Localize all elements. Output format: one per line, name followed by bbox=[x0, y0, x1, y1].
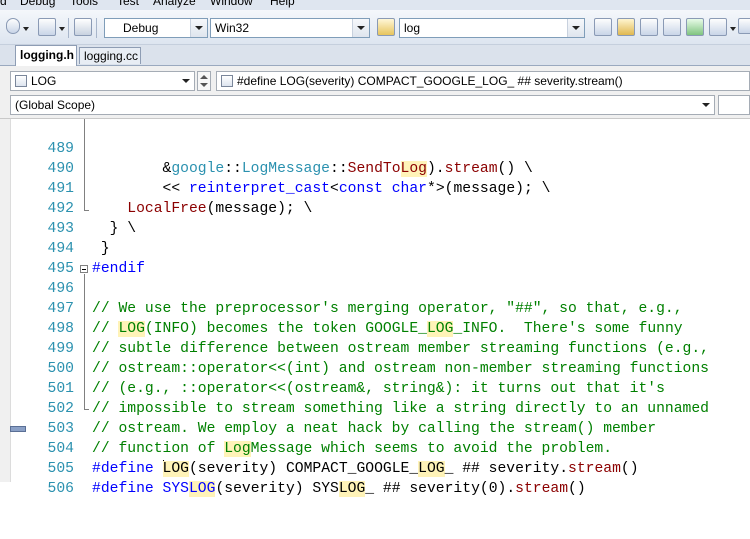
code-editor[interactable]: 489 &google::LogMessage::SendToLog).stre… bbox=[0, 119, 750, 497]
chevron-down-icon[interactable] bbox=[190, 19, 207, 37]
code-line: 498 // subtle difference between ostream… bbox=[0, 299, 750, 357]
symbol-spin-buttons[interactable] bbox=[197, 71, 211, 91]
code-line: 490 << reinterpret_cast<const char*>(mes… bbox=[0, 139, 750, 197]
menu-item-help[interactable]: Help bbox=[270, 0, 295, 8]
platform-value: Win32 bbox=[215, 21, 250, 35]
menu-item-tools[interactable]: Tools bbox=[70, 0, 98, 8]
find-value: log bbox=[404, 21, 421, 35]
configuration-value: Debug bbox=[123, 21, 159, 35]
code-line: 496 // We use the preprocessor's merging… bbox=[0, 259, 750, 317]
solution-platform-select[interactable]: Win32 bbox=[210, 18, 370, 38]
chevron-down-icon[interactable] bbox=[352, 19, 369, 37]
redo-dropdown-icon[interactable] bbox=[23, 27, 29, 31]
toolbar-options-dropdown-icon[interactable] bbox=[730, 27, 736, 31]
definition-value: #define LOG(severity) COMPACT_GOOGLE_LOG… bbox=[237, 74, 623, 88]
code-line: 503 // function of LogMessage which seem… bbox=[0, 399, 750, 457]
code-line: 493 } bbox=[0, 199, 750, 257]
code-line: 505 #define SYSLOG(severity) SYSLOG_ ## … bbox=[0, 439, 750, 497]
symbol-value: LOG bbox=[31, 74, 57, 88]
code-line: 502 // ostream. We employ a neat hack by… bbox=[0, 379, 750, 437]
symbol-select[interactable]: LOG bbox=[10, 71, 195, 91]
menu-bar: d Debug Tools Test Analyze Window Help bbox=[0, 0, 750, 10]
code-line: 499 // ostream::operator<<(int) and ostr… bbox=[0, 319, 750, 377]
menu-item-test[interactable]: Test bbox=[117, 0, 139, 8]
start-debug-icon[interactable] bbox=[74, 18, 92, 36]
braces-icon bbox=[15, 75, 27, 87]
redo-icon[interactable] bbox=[6, 18, 20, 34]
code-line: 495 bbox=[0, 239, 750, 277]
chevron-down-icon[interactable] bbox=[567, 19, 584, 37]
chevron-down-icon[interactable] bbox=[178, 72, 194, 90]
menu-item-analyze[interactable]: Analyze bbox=[153, 0, 196, 8]
scope-value: (Global Scope) bbox=[15, 98, 96, 112]
chevron-down-icon[interactable] bbox=[698, 96, 714, 114]
code-line: 491 LocalFree(message); \ bbox=[0, 159, 750, 217]
definition-select[interactable]: #define LOG(severity) COMPACT_GOOGLE_LOG… bbox=[216, 71, 750, 91]
toolbar-separator bbox=[96, 18, 97, 38]
command-window-icon[interactable] bbox=[709, 18, 727, 36]
code-line: 494 #endif bbox=[0, 219, 750, 277]
standard-toolbar: Debug Win32 log bbox=[0, 10, 750, 45]
properties-icon[interactable] bbox=[640, 18, 658, 36]
find-in-files-icon[interactable] bbox=[377, 18, 395, 36]
scope-select[interactable]: (Global Scope) bbox=[10, 95, 715, 115]
code-line: 492 } \ bbox=[0, 179, 750, 237]
menu-item-debug[interactable]: Debug bbox=[20, 0, 55, 8]
find-combo[interactable]: log bbox=[399, 18, 585, 38]
navigate-dropdown-icon[interactable] bbox=[59, 27, 65, 31]
tab-logging-h[interactable]: logging.h bbox=[15, 45, 77, 66]
code-text[interactable]: #define SYSLOG(severity) SYSLOG_ ## seve… bbox=[92, 479, 586, 499]
code-line: 497 // LOG(INFO) becomes the token GOOGL… bbox=[0, 279, 750, 337]
toolbar-overflow-icon[interactable] bbox=[738, 18, 750, 34]
member-select[interactable] bbox=[718, 95, 750, 115]
macro-icon bbox=[221, 75, 233, 87]
navigate-backward-icon[interactable] bbox=[38, 18, 56, 36]
line-number: 506 bbox=[47, 481, 74, 497]
toolbar-separator bbox=[68, 18, 69, 38]
code-line: 489 &google::LogMessage::SendToLog).stre… bbox=[0, 119, 750, 177]
start-page-icon[interactable] bbox=[686, 18, 704, 36]
toolbox-icon[interactable] bbox=[663, 18, 681, 36]
tab-logging-cc[interactable]: logging.cc bbox=[79, 47, 141, 64]
navigation-bar: LOG #define LOG(severity) COMPACT_GOOGLE… bbox=[0, 66, 750, 119]
find-symbol-icon[interactable] bbox=[594, 18, 612, 36]
code-line: 500 // (e.g., ::operator<<(ostream&, str… bbox=[0, 339, 750, 397]
document-tab-strip: logging.h logging.cc bbox=[0, 45, 750, 66]
solution-explorer-icon[interactable] bbox=[617, 18, 635, 36]
code-line: 504 #define LOG(severity) COMPACT_GOOGLE… bbox=[0, 419, 750, 477]
code-line: 506 bbox=[0, 459, 750, 497]
solution-configuration-select[interactable]: Debug bbox=[104, 18, 208, 38]
menu-item-window[interactable]: Window bbox=[210, 0, 253, 8]
menu-item-edit-partial[interactable]: d bbox=[0, 0, 7, 8]
code-line: 501 // impossible to stream something li… bbox=[0, 359, 750, 417]
